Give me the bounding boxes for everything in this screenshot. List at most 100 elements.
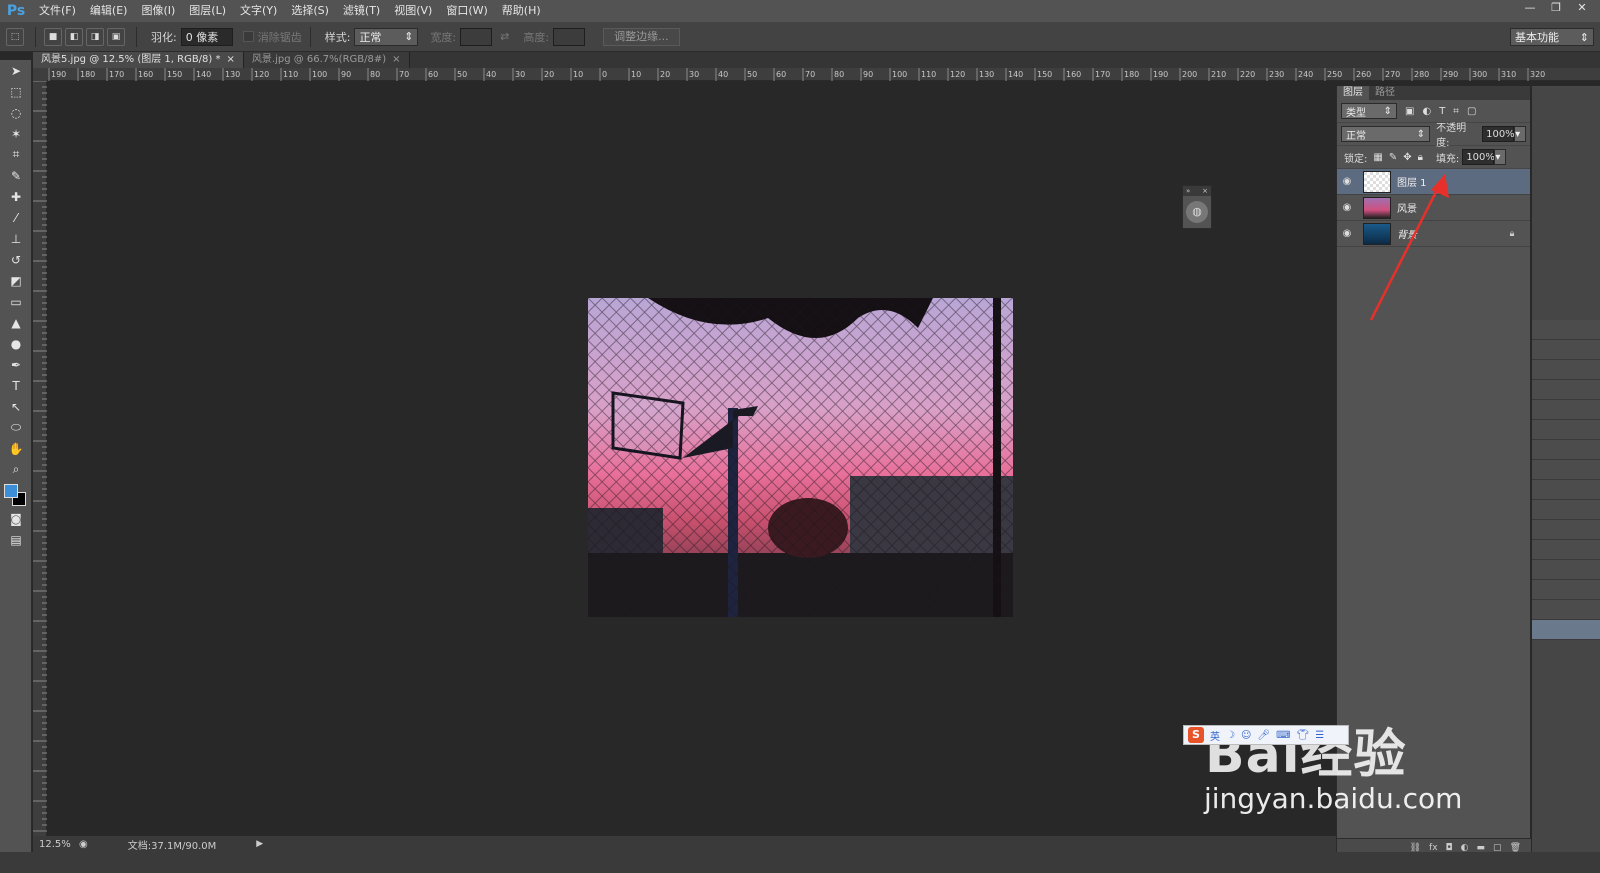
ime-skin-icon[interactable]: 👕︎ <box>1297 730 1310 741</box>
fx-icon[interactable]: fx <box>1429 843 1438 853</box>
status-menu-arrow-icon[interactable]: ▶ <box>256 839 263 849</box>
menu-layer[interactable]: 图层(L) <box>182 0 233 22</box>
zoom-level[interactable]: 12.5% <box>33 839 79 850</box>
menu-help[interactable]: 帮助(H) <box>495 0 548 22</box>
foreground-color-swatch[interactable] <box>4 484 18 498</box>
style-select[interactable]: 正常 ⇕ <box>354 27 419 46</box>
dock-slot[interactable] <box>1532 540 1600 560</box>
close-window-button[interactable]: ✕ <box>1570 0 1594 16</box>
filter-type-select[interactable]: 类型 ⇕ <box>1341 103 1397 119</box>
move-tool-icon[interactable]: ➤ <box>0 60 32 81</box>
tab-fengjing[interactable]: 风景.jpg @ 66.7%(RGB/8#) × <box>243 52 410 68</box>
dock-slot[interactable] <box>1532 500 1600 520</box>
antialias-checkbox[interactable] <box>242 31 254 42</box>
dock-slot[interactable] <box>1532 460 1600 480</box>
menu-image[interactable]: 图像(I) <box>134 0 182 22</box>
new-layer-icon[interactable]: ▢ <box>1493 843 1502 853</box>
brush-tool-icon[interactable]: ⁄ <box>0 207 32 228</box>
adjustment-filter-icon[interactable]: ◐ <box>1422 106 1431 117</box>
minimize-button[interactable]: — <box>1518 0 1542 16</box>
dock-slot[interactable] <box>1532 520 1600 540</box>
shape-tool-icon[interactable]: ⬭ <box>0 417 32 438</box>
type-tool-icon[interactable]: T <box>0 375 32 396</box>
close-icon[interactable]: × <box>1202 186 1208 196</box>
folder-icon[interactable]: ▬ <box>1477 843 1486 853</box>
workspace-select[interactable]: 基本功能 ⇕ <box>1510 28 1594 46</box>
dock-slot[interactable] <box>1532 600 1600 620</box>
width-input[interactable] <box>460 27 493 46</box>
floating-panel[interactable]: » × ◍ <box>1182 185 1212 229</box>
tab-fengjing5[interactable]: 风景5.jpg @ 12.5% (图层 1, RGB/8) * × <box>33 52 244 68</box>
shape-filter-icon[interactable]: ⌗ <box>1453 106 1459 117</box>
menu-filter[interactable]: 滤镜(T) <box>336 0 387 22</box>
link-icon[interactable]: ⛓ <box>1410 843 1421 853</box>
eyedropper-tool-icon[interactable]: ✎ <box>0 165 32 186</box>
menu-select[interactable]: 选择(S) <box>284 0 336 22</box>
quick-mask-icon[interactable]: ◙ <box>0 508 32 529</box>
marquee-preset-icon[interactable]: ⬚ <box>6 27 24 46</box>
marquee-tool-icon[interactable]: ⬚ <box>0 81 32 102</box>
menu-type[interactable]: 文字(Y) <box>233 0 284 22</box>
visibility-eye-icon[interactable]: ◉ <box>1337 176 1357 187</box>
add-selection-icon[interactable]: ◧ <box>65 27 83 46</box>
ime-voice-icon[interactable]: 🎤︎ <box>1257 730 1270 741</box>
blur-tool-icon[interactable]: ▲ <box>0 312 32 333</box>
menu-file[interactable]: 文件(F) <box>32 0 83 22</box>
visibility-eye-icon[interactable]: ◉ <box>1337 202 1357 213</box>
dock-slot[interactable] <box>1532 360 1600 380</box>
magic-wand-tool-icon[interactable]: ✶ <box>0 123 32 144</box>
dock-slot[interactable] <box>1532 560 1600 580</box>
menu-window[interactable]: 窗口(W) <box>439 0 494 22</box>
ime-punctuation-icon[interactable]: ☽ <box>1226 730 1235 741</box>
dock-slot[interactable] <box>1532 580 1600 600</box>
opacity-input[interactable]: 100% <box>1482 126 1515 142</box>
close-tab-icon[interactable]: × <box>392 52 400 68</box>
menu-edit[interactable]: 编辑(E) <box>83 0 135 22</box>
smart-object-filter-icon[interactable]: ▢ <box>1467 106 1476 117</box>
fill-dropdown-icon[interactable]: ▾ <box>1494 149 1507 165</box>
lock-transparency-icon[interactable]: ▦ <box>1373 152 1382 163</box>
sogou-ime-icon[interactable]: S <box>1188 727 1204 743</box>
tab-layers[interactable]: 图层 <box>1337 86 1369 100</box>
tab-paths[interactable]: 路径 <box>1369 86 1401 100</box>
lasso-tool-icon[interactable]: ◌ <box>0 102 32 123</box>
fill-input[interactable]: 100% <box>1462 149 1495 165</box>
new-selection-icon[interactable]: ■ <box>44 27 62 46</box>
intersect-selection-icon[interactable]: ▣ <box>107 27 125 46</box>
dock-slot[interactable] <box>1532 380 1600 400</box>
gradient-tool-icon[interactable]: ▭ <box>0 291 32 312</box>
ime-tools-icon[interactable]: ☰ <box>1315 730 1324 741</box>
trash-icon[interactable]: 🗑︎ <box>1510 843 1521 853</box>
blend-mode-select[interactable]: 正常 ⇕ <box>1341 126 1431 142</box>
lock-all-icon[interactable]: 🔒︎ <box>1418 152 1423 163</box>
dock-slot[interactable] <box>1532 320 1600 340</box>
lock-pixels-icon[interactable]: ✎ <box>1389 152 1397 163</box>
visibility-eye-icon[interactable]: ◉ <box>1337 228 1357 239</box>
ime-keyboard-icon[interactable]: ⌨ <box>1276 730 1290 741</box>
menu-view[interactable]: 视图(V) <box>387 0 439 22</box>
dock-slot-active[interactable] <box>1532 620 1600 640</box>
document-image[interactable] <box>588 298 1013 617</box>
feather-input[interactable] <box>180 27 233 46</box>
screen-mode-icon[interactable]: ▤ <box>0 529 32 550</box>
height-input[interactable] <box>553 27 586 46</box>
history-brush-tool-icon[interactable]: ↺ <box>0 249 32 270</box>
hand-tool-icon[interactable]: ✋ <box>0 438 32 459</box>
dock-slot[interactable] <box>1532 440 1600 460</box>
proof-icon[interactable]: ◉ <box>79 839 88 850</box>
dodge-tool-icon[interactable]: ● <box>0 333 32 354</box>
restore-button[interactable]: ❐ <box>1544 0 1568 16</box>
refine-edge-button[interactable]: 调整边缘... <box>603 27 680 46</box>
path-selection-tool-icon[interactable]: ↖ <box>0 396 32 417</box>
mask-icon[interactable]: ◘ <box>1446 843 1453 853</box>
zoom-tool-icon[interactable]: ⌕ <box>0 459 32 480</box>
adjustment-icon[interactable]: ◐ <box>1461 843 1469 853</box>
healing-brush-tool-icon[interactable]: ✚ <box>0 186 32 207</box>
expand-icon[interactable]: » <box>1186 186 1190 196</box>
opacity-dropdown-icon[interactable]: ▾ <box>1514 126 1526 142</box>
pen-tool-icon[interactable]: ✒ <box>0 354 32 375</box>
stamp-tool-icon[interactable]: ⊥ <box>0 228 32 249</box>
eraser-tool-icon[interactable]: ◩ <box>0 270 32 291</box>
lock-position-icon[interactable]: ✥ <box>1403 152 1411 163</box>
color-wheel-icon[interactable]: ◍ <box>1186 201 1208 223</box>
